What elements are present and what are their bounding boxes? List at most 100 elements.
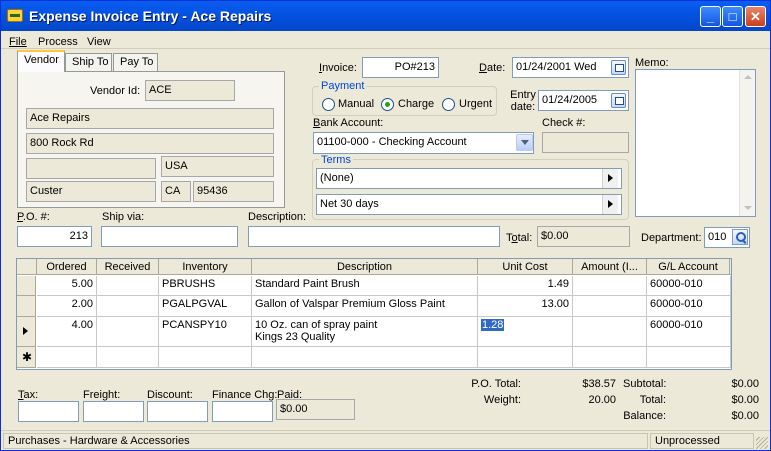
- paid-field[interactable]: $0.00: [276, 399, 355, 420]
- col-gl-account[interactable]: G/L Account: [647, 259, 730, 275]
- close-button[interactable]: ✕: [745, 6, 766, 27]
- vendor-name-field[interactable]: Ace Repairs: [26, 108, 274, 129]
- po-total-label: P.O. Total:: [471, 378, 521, 390]
- col-received[interactable]: Received: [97, 259, 159, 275]
- chevron-down-icon[interactable]: [516, 134, 533, 151]
- department-search-icon[interactable]: [732, 229, 748, 245]
- table-cell-amount[interactable]: [573, 276, 647, 296]
- status-state: Unprocessed: [650, 433, 754, 449]
- col-ordered[interactable]: Ordered: [37, 259, 97, 275]
- table-cell-new[interactable]: [97, 347, 159, 368]
- table-cell-inventory[interactable]: PCANSPY10: [159, 317, 252, 347]
- total-field[interactable]: $0.00: [537, 226, 630, 247]
- table-cell-gl[interactable]: 60000-010: [647, 276, 731, 296]
- discount-field[interactable]: [147, 401, 208, 422]
- table-cell-received[interactable]: [97, 296, 159, 317]
- vendor-address1-field[interactable]: 800 Rock Rd: [26, 133, 274, 154]
- table-cell-ordered[interactable]: 2.00: [37, 296, 97, 317]
- table-cell-new[interactable]: [478, 347, 573, 368]
- finance-charge-field[interactable]: [212, 401, 273, 422]
- check-field[interactable]: [542, 132, 629, 153]
- minimize-button[interactable]: _: [700, 6, 721, 27]
- title-bar[interactable]: Expense Invoice Entry - Ace Repairs _ □ …: [1, 1, 770, 31]
- col-description[interactable]: Description: [252, 259, 478, 275]
- entry-date-label: Entry date:: [508, 89, 538, 113]
- table-cell-gl[interactable]: 60000-010: [647, 296, 731, 317]
- vendor-state-field[interactable]: CA: [161, 181, 191, 202]
- row-selector[interactable]: [17, 296, 36, 317]
- table-cell-ordered[interactable]: 5.00: [37, 276, 97, 296]
- vendor-id-field[interactable]: ACE: [145, 80, 235, 101]
- finance-charge-label: Finance Chg:: [212, 389, 278, 401]
- table-cell-amount[interactable]: [573, 296, 647, 317]
- table-cell-description[interactable]: Standard Paint Brush: [252, 276, 478, 296]
- menu-bar: File Process View: [1, 32, 770, 49]
- app-money-icon[interactable]: [7, 9, 23, 22]
- table-cell-amount[interactable]: [573, 317, 647, 347]
- table-cell-new[interactable]: [573, 347, 647, 368]
- row-selector[interactable]: [17, 317, 36, 347]
- tab-vendor-label: Vendor: [24, 54, 59, 66]
- table-cell-gl[interactable]: 60000-010: [647, 317, 731, 347]
- date-value: 01/24/2001 Wed: [516, 61, 597, 73]
- table-cell-ordered[interactable]: 4.00: [37, 317, 97, 347]
- vendor-address2-field[interactable]: [26, 158, 156, 179]
- freight-field[interactable]: [83, 401, 144, 422]
- bank-account-combo[interactable]: 01100-000 - Checking Account: [313, 132, 534, 154]
- scroll-up-icon[interactable]: [740, 70, 755, 85]
- table-cell-new[interactable]: [37, 347, 97, 368]
- vendor-zip-field[interactable]: 95436: [193, 181, 274, 202]
- terms-field-1[interactable]: (None): [316, 168, 622, 189]
- invoice-field[interactable]: PO#213: [362, 57, 439, 78]
- vendor-country-field[interactable]: USA: [161, 156, 274, 177]
- payment-charge-radio[interactable]: [381, 98, 394, 111]
- table-cell-new[interactable]: [647, 347, 731, 368]
- terms-1-arrow-icon[interactable]: [602, 169, 618, 188]
- payment-urgent-radio[interactable]: [442, 98, 455, 111]
- payment-group: Payment Manual Charge Urgent: [312, 80, 497, 116]
- table-cell-unit-cost[interactable]: 1.49: [478, 276, 573, 296]
- terms-2-arrow-icon[interactable]: [602, 195, 618, 214]
- table-cell-received[interactable]: [97, 276, 159, 296]
- ship-via-field[interactable]: [101, 226, 238, 247]
- line-items-grid[interactable]: Ordered Received Inventory Description U…: [16, 258, 732, 370]
- payment-manual-radio[interactable]: [322, 98, 335, 111]
- subtotal-value: $0.00: [731, 378, 759, 390]
- tab-vendor[interactable]: Vendor: [17, 50, 65, 72]
- po-total-value: $38.57: [582, 378, 616, 390]
- terms-field-2[interactable]: Net 30 days: [316, 194, 622, 215]
- date-picker-icon[interactable]: [611, 60, 626, 75]
- tab-ship-to[interactable]: Ship To: [65, 53, 112, 72]
- resize-grip-icon[interactable]: [756, 437, 768, 449]
- entry-date-picker-icon[interactable]: [611, 93, 626, 108]
- table-cell-received[interactable]: [97, 317, 159, 347]
- table-cell-new[interactable]: [159, 347, 252, 368]
- table-cell-description[interactable]: 10 Oz. can of spray paint Kings 23 Qualit…: [252, 317, 478, 347]
- tab-pay-to[interactable]: Pay To: [113, 53, 158, 72]
- ship-via-label: Ship via:: [102, 211, 145, 223]
- window-title: Expense Invoice Entry - Ace Repairs: [29, 8, 272, 24]
- maximize-button[interactable]: □: [722, 6, 743, 27]
- col-inventory[interactable]: Inventory: [159, 259, 252, 275]
- row-selector[interactable]: [17, 276, 36, 296]
- unit-cost-editing[interactable]: 1.28: [481, 319, 505, 331]
- new-row-selector[interactable]: ✱: [17, 347, 36, 368]
- entry-date-label-2: date:: [510, 101, 536, 113]
- description-field[interactable]: [248, 226, 500, 247]
- po-field[interactable]: 213: [17, 226, 92, 247]
- memo-textarea[interactable]: [635, 69, 756, 217]
- table-cell-inventory[interactable]: PGALPGVAL: [159, 296, 252, 317]
- table-cell-inventory[interactable]: PBRUSHS: [159, 276, 252, 296]
- table-cell-description[interactable]: Gallon of Valspar Premium Gloss Paint: [252, 296, 478, 317]
- weight-value: 20.00: [588, 394, 616, 406]
- tax-field[interactable]: [18, 401, 79, 422]
- col-amount[interactable]: Amount (I...: [573, 259, 647, 275]
- scroll-down-icon[interactable]: [740, 201, 755, 216]
- table-cell-new[interactable]: [252, 347, 478, 368]
- vendor-city-field[interactable]: Custer: [26, 181, 156, 202]
- table-cell-unit-cost[interactable]: 1.28: [478, 317, 573, 347]
- totals-total-label: Total:: [639, 394, 666, 406]
- table-cell-unit-cost[interactable]: 13.00: [478, 296, 573, 317]
- col-unit-cost[interactable]: Unit Cost: [478, 259, 573, 275]
- memo-scrollbar[interactable]: [739, 70, 755, 216]
